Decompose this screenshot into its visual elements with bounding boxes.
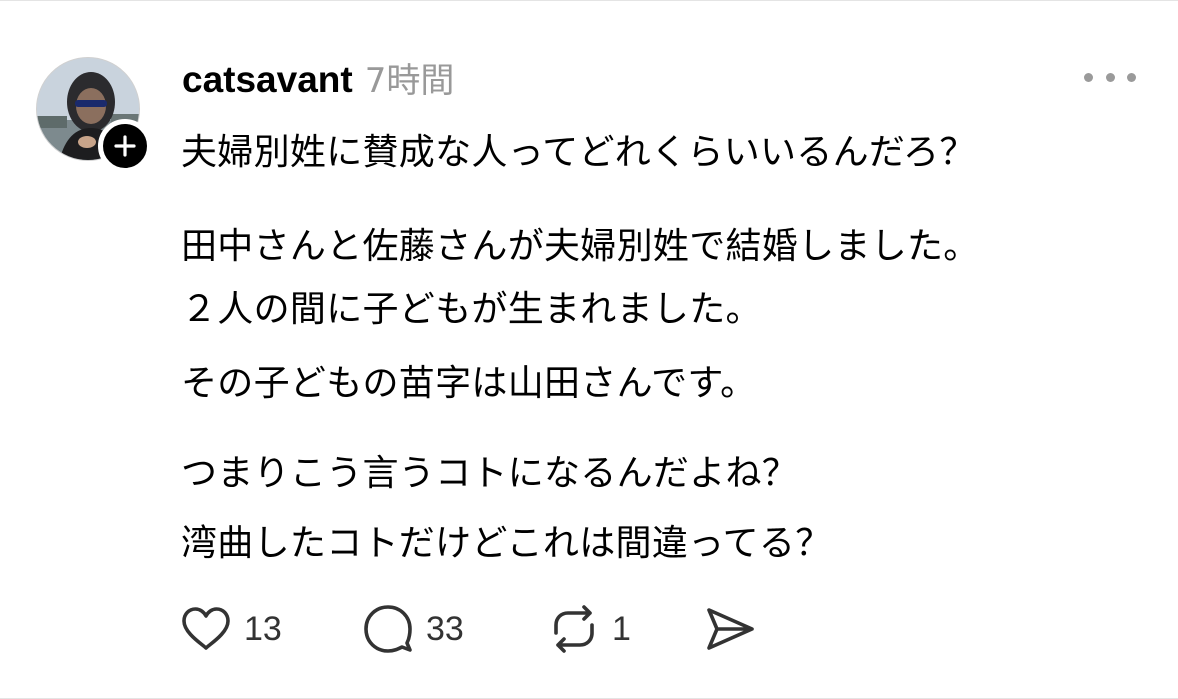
more-horizontal-icon bbox=[1084, 72, 1093, 82]
author-avatar-container bbox=[36, 57, 152, 173]
post-text-line: 夫婦別姓に賛成な人ってどれくらいいるんだろ？ bbox=[181, 132, 976, 173]
share-button[interactable] bbox=[704, 601, 756, 657]
repost-count: 1 bbox=[612, 609, 631, 648]
plus-icon bbox=[114, 135, 136, 157]
heart-icon bbox=[182, 607, 230, 650]
post-text-line: その子どもの苗字は山田さんです。 bbox=[181, 363, 757, 404]
more-options-button[interactable] bbox=[1084, 63, 1136, 91]
post-text-line: ２人の間に子どもが生まれました。 bbox=[181, 289, 762, 330]
more-horizontal-icon bbox=[1127, 72, 1136, 82]
post-actions-bar: 13 33 1 bbox=[180, 601, 780, 657]
like-count: 13 bbox=[244, 609, 282, 648]
post-text-line: つまりこう言うコトになるんだよね？ bbox=[181, 453, 799, 494]
thread-post: catsavant 7時間 夫婦別姓に賛成な人ってどれくらいいるんだろ？ 田中さ… bbox=[0, 0, 1178, 699]
paper-plane-icon bbox=[707, 608, 754, 650]
more-horizontal-icon bbox=[1105, 72, 1115, 82]
follow-button[interactable] bbox=[98, 119, 152, 173]
speech-bubble-icon bbox=[364, 605, 412, 653]
repost-arrows-icon bbox=[554, 605, 594, 653]
reply-count: 33 bbox=[426, 609, 464, 648]
like-button[interactable]: 13 bbox=[180, 601, 282, 657]
repost-button[interactable]: 1 bbox=[548, 601, 631, 657]
post-header: catsavant 7時間 bbox=[182, 53, 454, 103]
post-text-line: 湾曲したコトだけどこれは間違ってる？ bbox=[181, 523, 832, 564]
reply-button[interactable]: 33 bbox=[362, 601, 464, 657]
post-timestamp: 7時間 bbox=[364, 61, 455, 101]
post-text-line: 田中さんと佐藤さんが夫婦別姓で結婚しました。 bbox=[181, 226, 980, 267]
username[interactable]: catsavant bbox=[182, 59, 353, 101]
